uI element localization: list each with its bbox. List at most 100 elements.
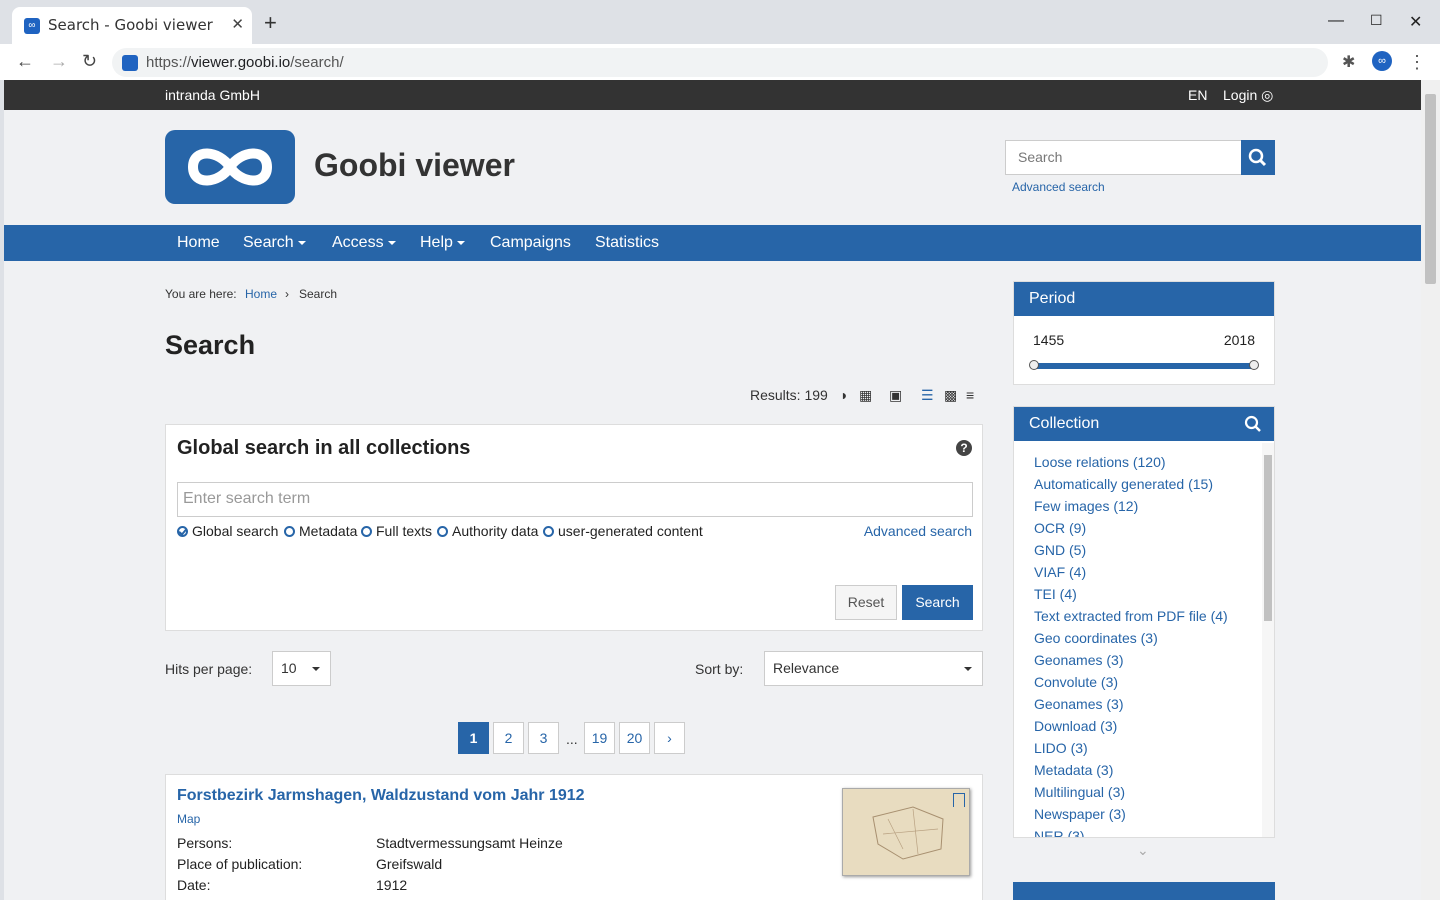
back-icon[interactable]: ← [16, 51, 34, 72]
collection-scrollbar[interactable] [1262, 443, 1274, 837]
header-search-button[interactable] [1241, 140, 1275, 175]
reset-button[interactable]: Reset [835, 585, 897, 620]
maximize-icon[interactable]: ☐ [1370, 12, 1383, 29]
hit-doctype[interactable]: Map [177, 812, 200, 826]
page: intranda GmbH EN Login ◎ Goobi viewer Se… [4, 80, 1421, 900]
header-search-input[interactable]: Search [1005, 140, 1242, 175]
collection-item[interactable]: NER (3) [1034, 828, 1085, 837]
help-icon[interactable]: ? [956, 440, 972, 456]
collection-item[interactable]: GND (5) [1034, 542, 1086, 558]
nav-help[interactable]: Help [420, 234, 465, 252]
nav-statistics[interactable]: Statistics [595, 234, 659, 252]
language-switch[interactable]: EN [1188, 87, 1207, 103]
image-view-icon[interactable]: ▣ [889, 387, 902, 404]
search-term-input[interactable]: Enter search term [177, 482, 973, 517]
collection-item[interactable]: Geonames (3) [1034, 652, 1123, 668]
nav-home[interactable]: Home [177, 234, 220, 252]
page-2[interactable]: 2 [493, 722, 524, 754]
new-tab-icon[interactable]: + [264, 12, 277, 34]
radio-user-generated[interactable]: user-generated content [543, 523, 703, 539]
collection-item[interactable]: Geo coordinates (3) [1034, 630, 1158, 646]
login-link[interactable]: Login ◎ [1223, 87, 1273, 104]
page-ellipsis: ... [566, 731, 578, 747]
page-1[interactable]: 1 [458, 722, 489, 754]
collection-item[interactable]: Convolute (3) [1034, 674, 1118, 690]
collection-item[interactable]: Multilingual (3) [1034, 784, 1125, 800]
hit-thumbnail[interactable] [842, 788, 970, 876]
collection-item[interactable]: Newspaper (3) [1034, 806, 1126, 822]
close-window-icon[interactable]: ✕ [1409, 12, 1422, 32]
extensions-icon[interactable]: ✱ [1342, 52, 1355, 72]
period-widget: Period 1455 2018 [1013, 281, 1275, 385]
page-next[interactable]: › [654, 722, 685, 754]
collection-item[interactable]: LIDO (3) [1034, 740, 1088, 756]
search-icon[interactable] [1244, 415, 1262, 433]
main-nav: Home Search Access Help Campaigns Statis… [4, 225, 1421, 261]
radio-authority-data[interactable]: Authority data [437, 523, 538, 539]
expand-chevron-icon[interactable]: ⌄ [1137, 842, 1149, 859]
hit-field-value: Stadtvermessungsamt Heinze [376, 835, 563, 851]
page-3[interactable]: 3 [528, 722, 559, 754]
compact-view-icon[interactable]: ≡ [966, 387, 974, 403]
hit-field-key: Persons: [177, 835, 233, 851]
address-bar[interactable]: https://viewer.goobi.io/search/ [112, 48, 1328, 77]
breadcrumb-home[interactable]: Home [245, 287, 277, 301]
nav-access[interactable]: Access [332, 234, 396, 252]
hits-per-page-select[interactable]: 10 [272, 651, 331, 686]
org-name: intranda GmbH [165, 87, 260, 103]
collection-item[interactable]: Download (3) [1034, 718, 1117, 734]
header-advanced-search-link[interactable]: Advanced search [1012, 180, 1105, 194]
period-slider-end-handle[interactable] [1249, 360, 1259, 370]
profile-icon[interactable]: ∞ [1372, 51, 1392, 71]
tab-title: Search - Goobi viewer [48, 16, 213, 34]
forward-icon[interactable]: → [50, 51, 68, 72]
collection-item[interactable]: OCR (9) [1034, 520, 1086, 536]
minimize-icon[interactable]: — [1328, 12, 1344, 30]
site-header: Goobi viewer Search Advanced search [4, 110, 1421, 225]
hit-title[interactable]: Forstbezirk Jarmshagen, Waldzustand vom … [177, 787, 585, 805]
site-title[interactable]: Goobi viewer [314, 147, 515, 184]
period-slider-track[interactable] [1034, 363, 1256, 369]
collection-item[interactable]: Automatically generated (15) [1034, 476, 1213, 492]
radio-full-texts[interactable]: Full texts [361, 523, 432, 539]
infinity-icon [187, 148, 273, 186]
list-view-icon[interactable]: ☰ [921, 387, 934, 404]
page-20[interactable]: 20 [619, 722, 650, 754]
site-favicon-icon [122, 55, 138, 71]
browser-menu-icon[interactable]: ⋮ [1408, 52, 1426, 73]
period-slider-start-handle[interactable] [1029, 360, 1039, 370]
chevron-down-icon [964, 667, 972, 671]
radio-metadata[interactable]: Metadata [284, 523, 357, 539]
nav-campaigns[interactable]: Campaigns [490, 234, 571, 252]
page-19[interactable]: 19 [584, 722, 615, 754]
browser-tab-bar: ∞ Search - Goobi viewer ✕ + — ☐ ✕ [0, 0, 1440, 44]
reload-icon[interactable]: ↻ [82, 51, 97, 72]
url-text[interactable]: https://viewer.goobi.io/search/ [146, 54, 344, 71]
browser-tab[interactable]: ∞ Search - Goobi viewer ✕ [12, 7, 252, 44]
sort-select[interactable]: Relevance [764, 651, 983, 686]
advanced-search-link[interactable]: Advanced search [864, 523, 972, 539]
close-tab-icon[interactable]: ✕ [231, 15, 244, 33]
goobi-favicon-icon: ∞ [24, 18, 40, 34]
table-export-icon[interactable]: ▦ [859, 387, 872, 404]
bookmark-icon[interactable] [953, 793, 965, 807]
collection-item[interactable]: Loose relations (120) [1034, 454, 1166, 470]
next-widget-header [1013, 882, 1275, 900]
collection-item[interactable]: Metadata (3) [1034, 762, 1113, 778]
collection-item[interactable]: Geonames (3) [1034, 696, 1123, 712]
collection-item[interactable]: Text extracted from PDF file (4) [1034, 608, 1228, 624]
grid-view-icon[interactable]: ▩ [944, 387, 957, 404]
rss-icon[interactable]: ◗ [840, 387, 848, 403]
nav-search[interactable]: Search [243, 234, 306, 252]
collection-item[interactable]: Few images (12) [1034, 498, 1138, 514]
goobi-logo[interactable] [165, 130, 295, 204]
top-bar: intranda GmbH EN Login ◎ [4, 80, 1421, 110]
chevron-down-icon [456, 240, 465, 245]
sort-label: Sort by: [695, 661, 744, 677]
search-button[interactable]: Search [902, 585, 973, 620]
page-scrollbar[interactable] [1421, 80, 1440, 900]
collection-item[interactable]: VIAF (4) [1034, 564, 1086, 580]
radio-global-search[interactable]: Global search [177, 523, 278, 539]
collection-item[interactable]: TEI (4) [1034, 586, 1077, 602]
chevron-down-icon [297, 240, 306, 245]
